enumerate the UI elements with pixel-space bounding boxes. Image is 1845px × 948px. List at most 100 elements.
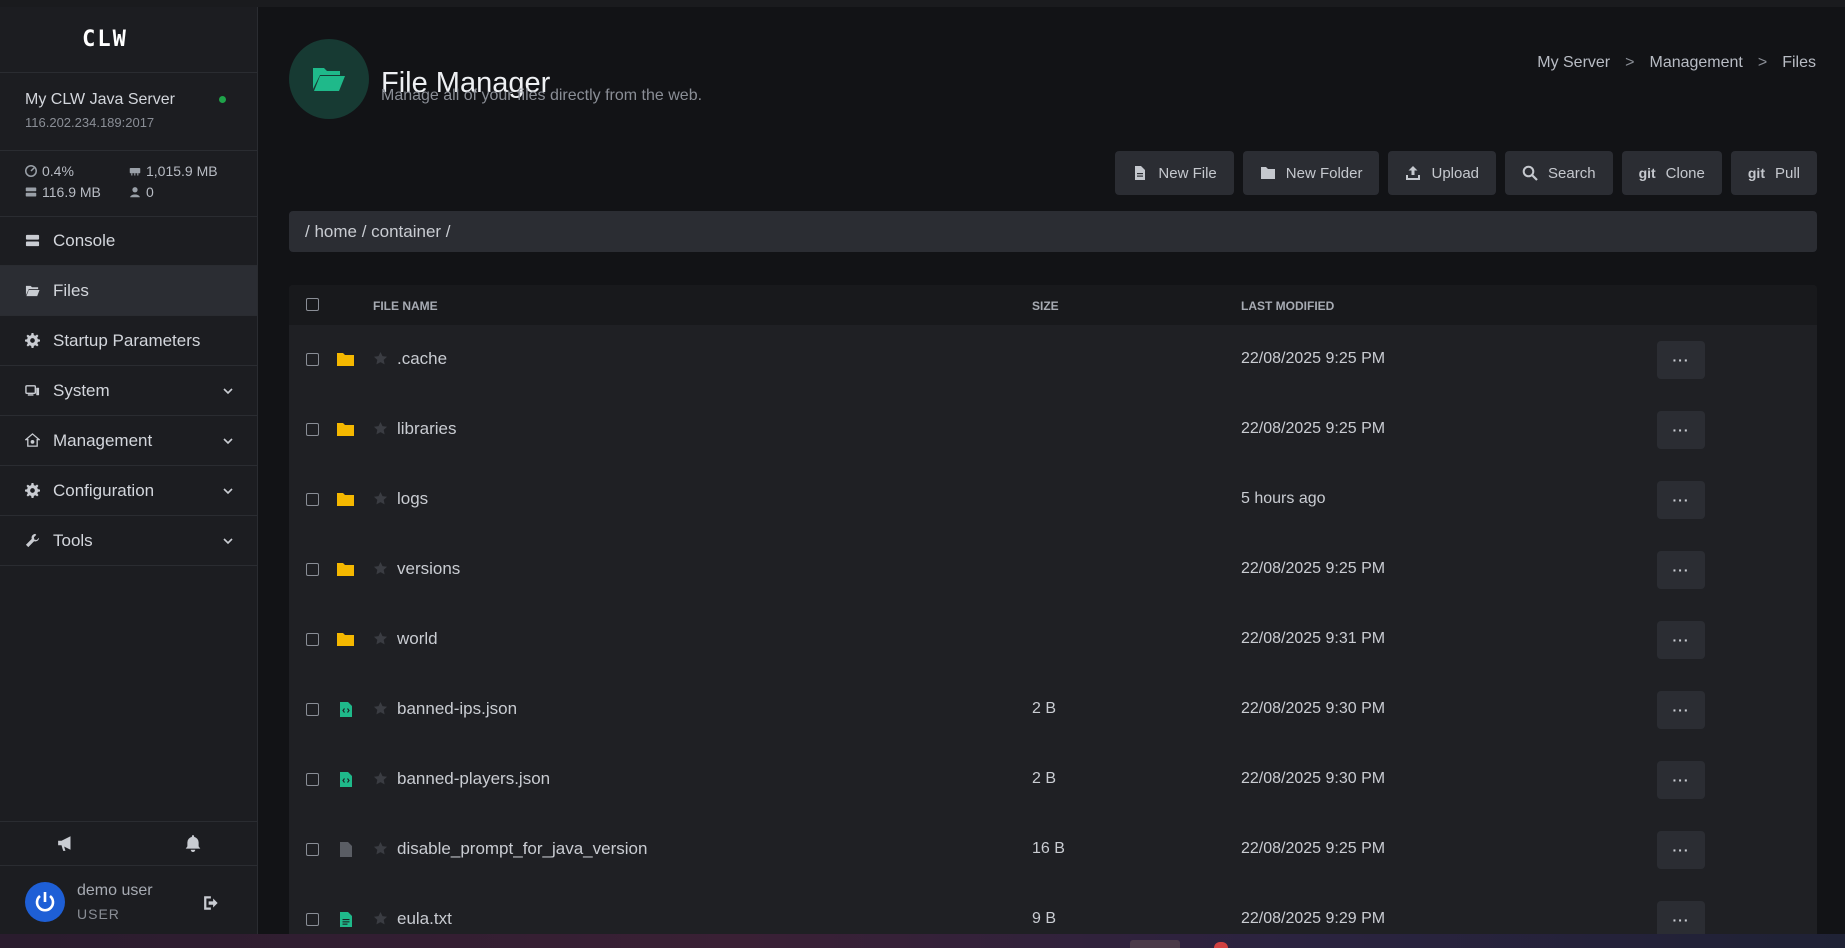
management-icon xyxy=(25,433,40,447)
row-checkbox[interactable] xyxy=(306,843,319,856)
table-row[interactable]: versions 22/08/2025 9:25 PM ··· xyxy=(289,535,1817,605)
table-row[interactable]: disable_prompt_for_java_version 16 B 22/08… xyxy=(289,815,1817,885)
column-header-name[interactable]: FILE NAME xyxy=(373,299,438,313)
row-actions-button[interactable]: ··· xyxy=(1657,761,1705,799)
column-header-modified[interactable]: LAST MODIFIED xyxy=(1241,299,1334,313)
row-checkbox[interactable] xyxy=(306,493,319,506)
megaphone-icon[interactable] xyxy=(57,834,75,852)
row-actions-button[interactable]: ··· xyxy=(1657,831,1705,869)
sidebar-item-files[interactable]: Files xyxy=(0,266,257,316)
breadcrumb-separator: > xyxy=(1757,54,1768,71)
file-name[interactable]: .cache xyxy=(397,349,447,369)
sidebar-item-system[interactable]: System xyxy=(0,366,257,416)
sidebar-footer: demo user USER xyxy=(0,821,257,935)
sidebar-item-configuration[interactable]: Configuration xyxy=(0,466,257,516)
sidebar-item-startup-parameters[interactable]: Startup Parameters xyxy=(0,316,257,366)
star-icon[interactable] xyxy=(373,911,388,926)
row-actions-button[interactable]: ··· xyxy=(1657,901,1705,934)
user-icon xyxy=(130,187,140,198)
more-icon: ··· xyxy=(1672,632,1690,648)
file-name[interactable]: disable_prompt_for_java_version xyxy=(397,839,647,859)
star-icon[interactable] xyxy=(373,351,388,366)
chevron-down-icon xyxy=(223,488,233,495)
row-actions-button[interactable]: ··· xyxy=(1657,481,1705,519)
row-checkbox[interactable] xyxy=(306,633,319,646)
star-icon[interactable] xyxy=(373,561,388,576)
more-icon: ··· xyxy=(1672,562,1690,578)
bell-icon[interactable] xyxy=(184,834,202,852)
more-icon: ··· xyxy=(1672,772,1690,788)
git-icon: git xyxy=(1747,165,1765,181)
folder-icon xyxy=(337,633,354,646)
file-name[interactable]: versions xyxy=(397,559,460,579)
search-button[interactable]: Search xyxy=(1505,151,1613,195)
breadcrumb: My Server > Management > Files xyxy=(1537,54,1816,72)
file-name[interactable]: world xyxy=(397,629,438,649)
file-rows: .cache 22/08/2025 9:25 PM ··· libraries 22/0… xyxy=(289,325,1817,934)
star-icon[interactable] xyxy=(373,841,388,856)
taskbar-item xyxy=(1214,942,1228,948)
more-icon: ··· xyxy=(1672,912,1690,928)
row-actions-button[interactable]: ··· xyxy=(1657,411,1705,449)
folder-icon xyxy=(337,423,354,436)
table-row[interactable]: .cache 22/08/2025 9:25 PM ··· xyxy=(289,325,1817,395)
star-icon[interactable] xyxy=(373,701,388,716)
sidebar-item-tools[interactable]: Tools xyxy=(0,516,257,566)
star-icon[interactable] xyxy=(373,771,388,786)
table-row[interactable]: world 22/08/2025 9:31 PM ··· xyxy=(289,605,1817,675)
git-clone-button[interactable]: git Clone xyxy=(1621,151,1722,195)
row-checkbox[interactable] xyxy=(306,563,319,576)
row-actions-button[interactable]: ··· xyxy=(1657,691,1705,729)
row-checkbox[interactable] xyxy=(306,703,319,716)
taskbar-edge xyxy=(0,934,1845,948)
clone-label: Clone xyxy=(1665,164,1705,182)
upload-icon xyxy=(1406,166,1421,180)
breadcrumb-item[interactable]: Management xyxy=(1649,54,1742,72)
current-path[interactable]: / home / container / xyxy=(289,211,1817,252)
git-pull-button[interactable]: git Pull xyxy=(1730,151,1817,195)
select-all-checkbox[interactable] xyxy=(306,298,319,311)
table-row[interactable]: logs 5 hours ago ··· xyxy=(289,465,1817,535)
sidebar-item-label: Startup Parameters xyxy=(53,330,201,350)
row-actions-button[interactable]: ··· xyxy=(1657,621,1705,659)
file-modified: 5 hours ago xyxy=(1241,490,1326,507)
breadcrumb-item[interactable]: My Server xyxy=(1537,54,1610,72)
table-row[interactable]: banned-ips.json 2 B 22/08/2025 9:30 PM ··· xyxy=(289,675,1817,745)
file-name[interactable]: banned-ips.json xyxy=(397,699,517,719)
new-file-button[interactable]: New File xyxy=(1115,151,1234,195)
table-row[interactable]: banned-players.json 2 B 22/08/2025 9:30 PM… xyxy=(289,745,1817,815)
file-name[interactable]: logs xyxy=(397,489,428,509)
new-folder-button[interactable]: New Folder xyxy=(1242,151,1380,195)
star-icon[interactable] xyxy=(373,421,388,436)
table-row[interactable]: eula.txt 9 B 22/08/2025 9:29 PM ··· xyxy=(289,885,1817,934)
row-checkbox[interactable] xyxy=(306,773,319,786)
upload-button[interactable]: Upload xyxy=(1388,151,1497,195)
cpu-stat: 0.4% xyxy=(25,163,74,179)
sidebar-item-console[interactable]: Console xyxy=(0,216,257,266)
sidebar-item-management[interactable]: Management xyxy=(0,416,257,466)
sidebar-item-label: Console xyxy=(53,230,116,250)
row-checkbox[interactable] xyxy=(306,423,319,436)
more-icon: ··· xyxy=(1672,842,1690,858)
gear-icon xyxy=(25,333,40,348)
disk-value: 116.9 MB xyxy=(42,184,101,200)
star-icon[interactable] xyxy=(373,491,388,506)
file-name[interactable]: eula.txt xyxy=(397,909,452,929)
table-row[interactable]: libraries 22/08/2025 9:25 PM ··· xyxy=(289,395,1817,465)
gear-icon xyxy=(25,483,40,498)
file-name[interactable]: libraries xyxy=(397,419,457,439)
row-actions-button[interactable]: ··· xyxy=(1657,551,1705,589)
file-size: 2 B xyxy=(1032,770,1057,787)
breadcrumb-item[interactable]: Files xyxy=(1782,54,1816,72)
logout-icon[interactable] xyxy=(203,894,221,912)
avatar[interactable] xyxy=(25,882,65,922)
column-header-size[interactable]: SIZE xyxy=(1032,299,1059,313)
row-checkbox[interactable] xyxy=(306,353,319,366)
row-checkbox[interactable] xyxy=(306,913,319,926)
logo[interactable]: CLW xyxy=(0,27,210,52)
file-size: 16 B xyxy=(1032,840,1065,857)
code-file-icon xyxy=(340,772,352,787)
file-name[interactable]: banned-players.json xyxy=(397,769,550,789)
star-icon[interactable] xyxy=(373,631,388,646)
row-actions-button[interactable]: ··· xyxy=(1657,341,1705,379)
